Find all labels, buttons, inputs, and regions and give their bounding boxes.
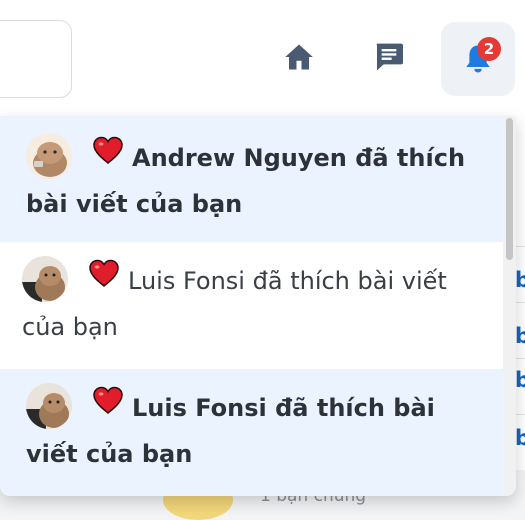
background-partial-text[interactable]: b [515,268,525,292]
notification-actor-name: Andrew Nguyen [132,144,347,172]
background-partial-text[interactable]: b [515,324,525,348]
home-button[interactable] [262,22,336,96]
notification-text: Andrew Nguyen đã thích bài viết của bạn [26,116,483,227]
chat-icon [373,41,405,77]
notification-count-badge: 2 [477,37,501,61]
top-navbar: 2 [0,0,525,116]
notification-text: Luis Fonsi đã thích bài viết của bạn [22,242,483,350]
heart-icon [92,384,124,429]
search-input[interactable] [0,20,72,98]
notifications-dropdown: Andrew Nguyen đã thích bài viết của bạn [0,116,516,496]
dropdown-scrollbar[interactable] [503,116,516,496]
heart-icon [92,134,124,179]
notification-item[interactable]: Luis Fonsi đã thích bài viết của bạn [0,369,503,496]
avatar [22,256,68,302]
heart-icon [88,257,120,302]
notification-item[interactable]: Luis Fonsi đã thích bài viết của bạn [0,242,503,369]
avatar [26,133,72,179]
messages-button[interactable] [352,22,426,96]
avatar [26,383,72,429]
home-icon [284,43,314,75]
background-partial-text[interactable]: b [515,368,525,392]
notification-item[interactable]: Andrew Nguyen đã thích bài viết của bạn [0,116,503,242]
notification-text: Luis Fonsi đã thích bài viết của bạn [26,369,483,477]
background-partial-text[interactable]: b [515,426,525,450]
notifications-button[interactable] [441,22,515,96]
notification-actor-name: Luis Fonsi [132,394,267,422]
scrollbar-thumb[interactable] [506,118,513,260]
notification-actor-name: Luis Fonsi [128,267,245,295]
